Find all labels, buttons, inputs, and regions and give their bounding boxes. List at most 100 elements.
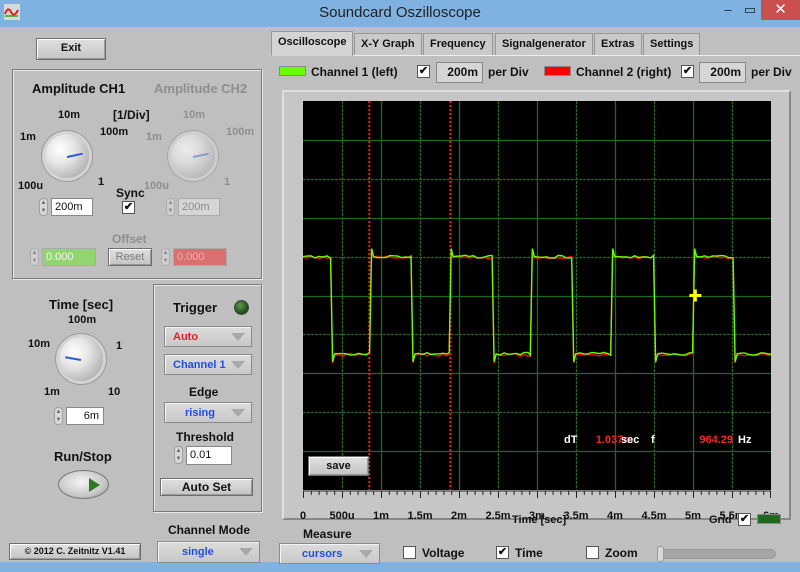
ch1-amplitude-field[interactable]: 200m <box>51 198 93 216</box>
trigger-mode-value: Auto <box>173 331 199 343</box>
trigger-mode-dropdown[interactable]: Auto <box>164 326 252 347</box>
ch2-amplitude-field[interactable]: 200m <box>178 198 220 216</box>
threshold-spinner[interactable]: ▲ ▼ <box>174 446 183 464</box>
ch1-offset-field[interactable]: 0.000 <box>42 248 96 266</box>
ch2-offset-spinner[interactable]: ▲ ▼ <box>161 248 170 266</box>
f-label: f <box>651 434 655 446</box>
ch1-knob-indicator <box>66 152 83 158</box>
auto-set-button[interactable]: Auto Set <box>160 478 253 496</box>
ch2-color-swatch[interactable] <box>544 66 571 76</box>
x-axis <box>303 490 771 498</box>
edge-label: Edge <box>189 385 219 399</box>
zoom-slider[interactable] <box>657 546 776 562</box>
x-tick-label: 3.5m <box>563 510 589 522</box>
x-tick-label: 2m <box>451 510 467 522</box>
grid-label: Grid <box>709 514 732 526</box>
trigger-edge-dropdown[interactable]: rising <box>164 402 252 423</box>
measure-mode-value: cursors <box>302 548 343 560</box>
x-tick-label: 1m <box>373 510 389 522</box>
time-measure-checkbox[interactable]: ✔ <box>496 546 509 559</box>
ch1-amplitude-spinner[interactable]: ▲ ▼ <box>39 198 48 216</box>
ch1-tick-10m: 10m <box>58 109 81 121</box>
ch1-per-div-label: per Div <box>488 65 529 79</box>
dt-label: dT <box>564 434 578 446</box>
sync-checkbox[interactable]: ✔ <box>122 201 135 214</box>
measure-label: Measure <box>303 527 352 541</box>
scope-plot[interactable] <box>303 101 771 490</box>
measure-mode-dropdown[interactable]: cursors <box>279 543 380 564</box>
run-stop-button[interactable] <box>58 470 109 499</box>
ch1-label: Channel 1 (left) <box>311 65 398 79</box>
threshold-field[interactable]: 0.01 <box>186 446 232 465</box>
chevron-down-icon <box>231 409 245 417</box>
time-tick-1m: 1m <box>44 386 60 398</box>
ch1-tick-100u: 100u <box>18 180 44 192</box>
dt-unit: sec <box>621 434 640 446</box>
time-tick-1: 1 <box>116 340 123 352</box>
x-tick-label: 5m <box>685 510 701 522</box>
amplitude-ch2-title: Amplitude CH2 <box>154 81 248 96</box>
ch1-tick-1m: 1m <box>20 131 36 143</box>
tab-xy-graph[interactable]: X-Y Graph <box>354 33 422 55</box>
ch1-enable-checkbox[interactable]: ✔ <box>417 65 430 78</box>
ch2-tick-1m: 1m <box>146 131 162 143</box>
channel-mode-value: single <box>182 546 214 558</box>
save-button[interactable]: save <box>308 456 369 476</box>
exit-button[interactable]: Exit <box>36 38 106 60</box>
ch2-amplitude-spinner[interactable]: ▲ ▼ <box>166 198 175 216</box>
x-tick-label: 4.5m <box>641 510 667 522</box>
voltage-checkbox[interactable] <box>403 546 416 559</box>
ch2-tick-10m: 10m <box>183 109 206 121</box>
time-knob-indicator <box>65 356 82 361</box>
tab-settings[interactable]: Settings <box>643 33 701 55</box>
trigger-channel-dropdown[interactable]: Channel 1 <box>164 354 252 375</box>
ch1-color-swatch[interactable] <box>279 66 306 76</box>
ch1-per-div-field[interactable]: 200m <box>436 62 483 83</box>
maximize-button[interactable]: ▭ <box>740 0 760 20</box>
trigger-title: Trigger <box>173 300 218 315</box>
ch1-amplitude-knob[interactable] <box>45 134 89 178</box>
window-title: Soundcard Oszilloscope <box>319 4 481 21</box>
ch2-per-div-label: per Div <box>751 65 792 79</box>
voltage-label: Voltage <box>422 546 465 560</box>
minimize-icon: – <box>724 2 732 17</box>
ch1-offset-spinner[interactable]: ▲ ▼ <box>30 248 39 266</box>
tab-frequency[interactable]: Frequency <box>423 33 493 55</box>
offset-label: Offset <box>112 232 147 246</box>
maximize-icon: ▭ <box>743 2 757 17</box>
x-tick-label: 0 <box>299 510 307 522</box>
offset-reset-button[interactable]: Reset <box>108 248 152 266</box>
tab-oscilloscope[interactable]: Oscilloscope <box>271 31 354 56</box>
grid-color-swatch[interactable] <box>757 514 781 524</box>
play-icon <box>89 478 100 492</box>
time-field[interactable]: 6m <box>66 407 104 425</box>
close-icon: ✕ <box>774 1 787 18</box>
amplitude-ch1-title: Amplitude CH1 <box>32 81 126 96</box>
tab-extras[interactable]: Extras <box>594 33 642 55</box>
ch2-enable-checkbox[interactable]: ✔ <box>681 65 694 78</box>
amplitude-unit-label: [1/Div] <box>113 108 150 122</box>
f-value: 964.29 <box>699 434 733 446</box>
x-tick-label: 1.5m <box>407 510 433 522</box>
zoom-checkbox[interactable] <box>586 546 599 559</box>
x-tick-label: 2.5m <box>485 510 511 522</box>
minimize-button[interactable]: – <box>718 0 738 20</box>
grid-checkbox[interactable]: ✔ <box>738 513 751 526</box>
time-spinner[interactable]: ▲ ▼ <box>54 407 63 425</box>
ch2-per-div-field[interactable]: 200m <box>699 62 746 83</box>
trigger-edge-value: rising <box>185 407 215 419</box>
chevron-down-icon <box>231 333 245 341</box>
ch2-offset-field[interactable]: 0.000 <box>173 248 227 266</box>
time-tick-10m: 10m <box>28 338 51 350</box>
copyright-button[interactable]: © 2012 C. Zeitnitz V1.41 <box>9 543 141 560</box>
close-button[interactable]: ✕ <box>761 0 800 20</box>
channel-mode-dropdown[interactable]: single <box>157 541 260 563</box>
trigger-led-icon <box>234 300 249 315</box>
time-knob[interactable] <box>59 337 103 381</box>
f-unit: Hz <box>738 434 752 446</box>
time-title: Time [sec] <box>49 297 114 312</box>
ch2-label: Channel 2 (right) <box>576 65 672 79</box>
tab-signalgenerator[interactable]: Signalgenerator <box>495 33 593 55</box>
zoom-slider-handle[interactable] <box>657 546 664 562</box>
ch2-amplitude-knob[interactable] <box>171 134 215 178</box>
